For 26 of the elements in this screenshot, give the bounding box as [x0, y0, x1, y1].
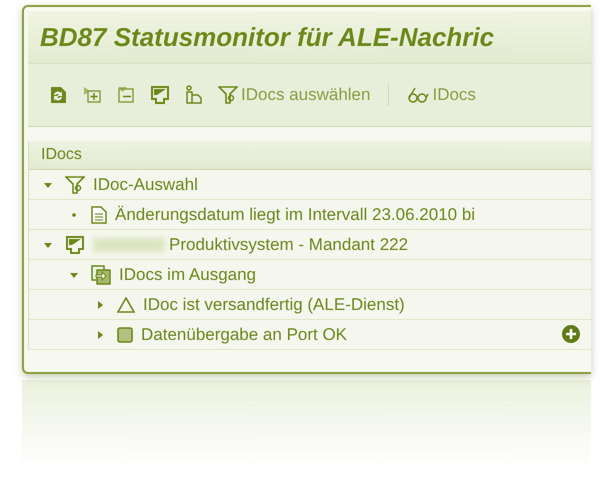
column-header: IDocs	[29, 141, 591, 170]
tree-item[interactable]: IDoc-Auswahl	[93, 174, 198, 194]
tree-item[interactable]: IDoc ist versandfertig (ALE-Dienst)	[143, 294, 405, 314]
collapse-all-icon[interactable]	[116, 85, 136, 105]
tree-item[interactable]: Änderungsdatum liegt im Intervall 23.06.2010 bi	[115, 204, 476, 224]
tree-item[interactable]: IDocs im Ausgang	[119, 264, 256, 284]
collapsed-arrow-icon[interactable]	[95, 330, 105, 340]
collapsed-arrow-icon[interactable]	[95, 300, 105, 310]
plus-icon[interactable]	[561, 324, 581, 344]
expand-all-icon[interactable]	[82, 85, 102, 105]
monitor-icon[interactable]	[150, 85, 170, 105]
refresh-icon[interactable]	[48, 85, 68, 105]
toolbar-button[interactable]: IDocs	[407, 85, 476, 105]
square-status-icon	[117, 326, 133, 342]
toolbar-button[interactable]: IDocs auswählen	[218, 85, 370, 105]
glasses-icon	[407, 86, 430, 104]
tree-item[interactable]: Datenübergabe an Port OK	[141, 324, 348, 344]
triangle-icon	[117, 296, 135, 312]
monitor-icon[interactable]	[65, 234, 85, 254]
filter-icon	[65, 174, 85, 194]
tree-item[interactable]: Produktivsystem - Mandant 222	[169, 234, 408, 254]
document-icon	[91, 206, 107, 224]
window-title: BD87 Statusmonitor für ALE-Nachric	[28, 11, 591, 64]
filter-icon	[218, 85, 238, 105]
outbox-icon	[91, 264, 111, 284]
hierarchy-icon[interactable]	[184, 85, 204, 105]
